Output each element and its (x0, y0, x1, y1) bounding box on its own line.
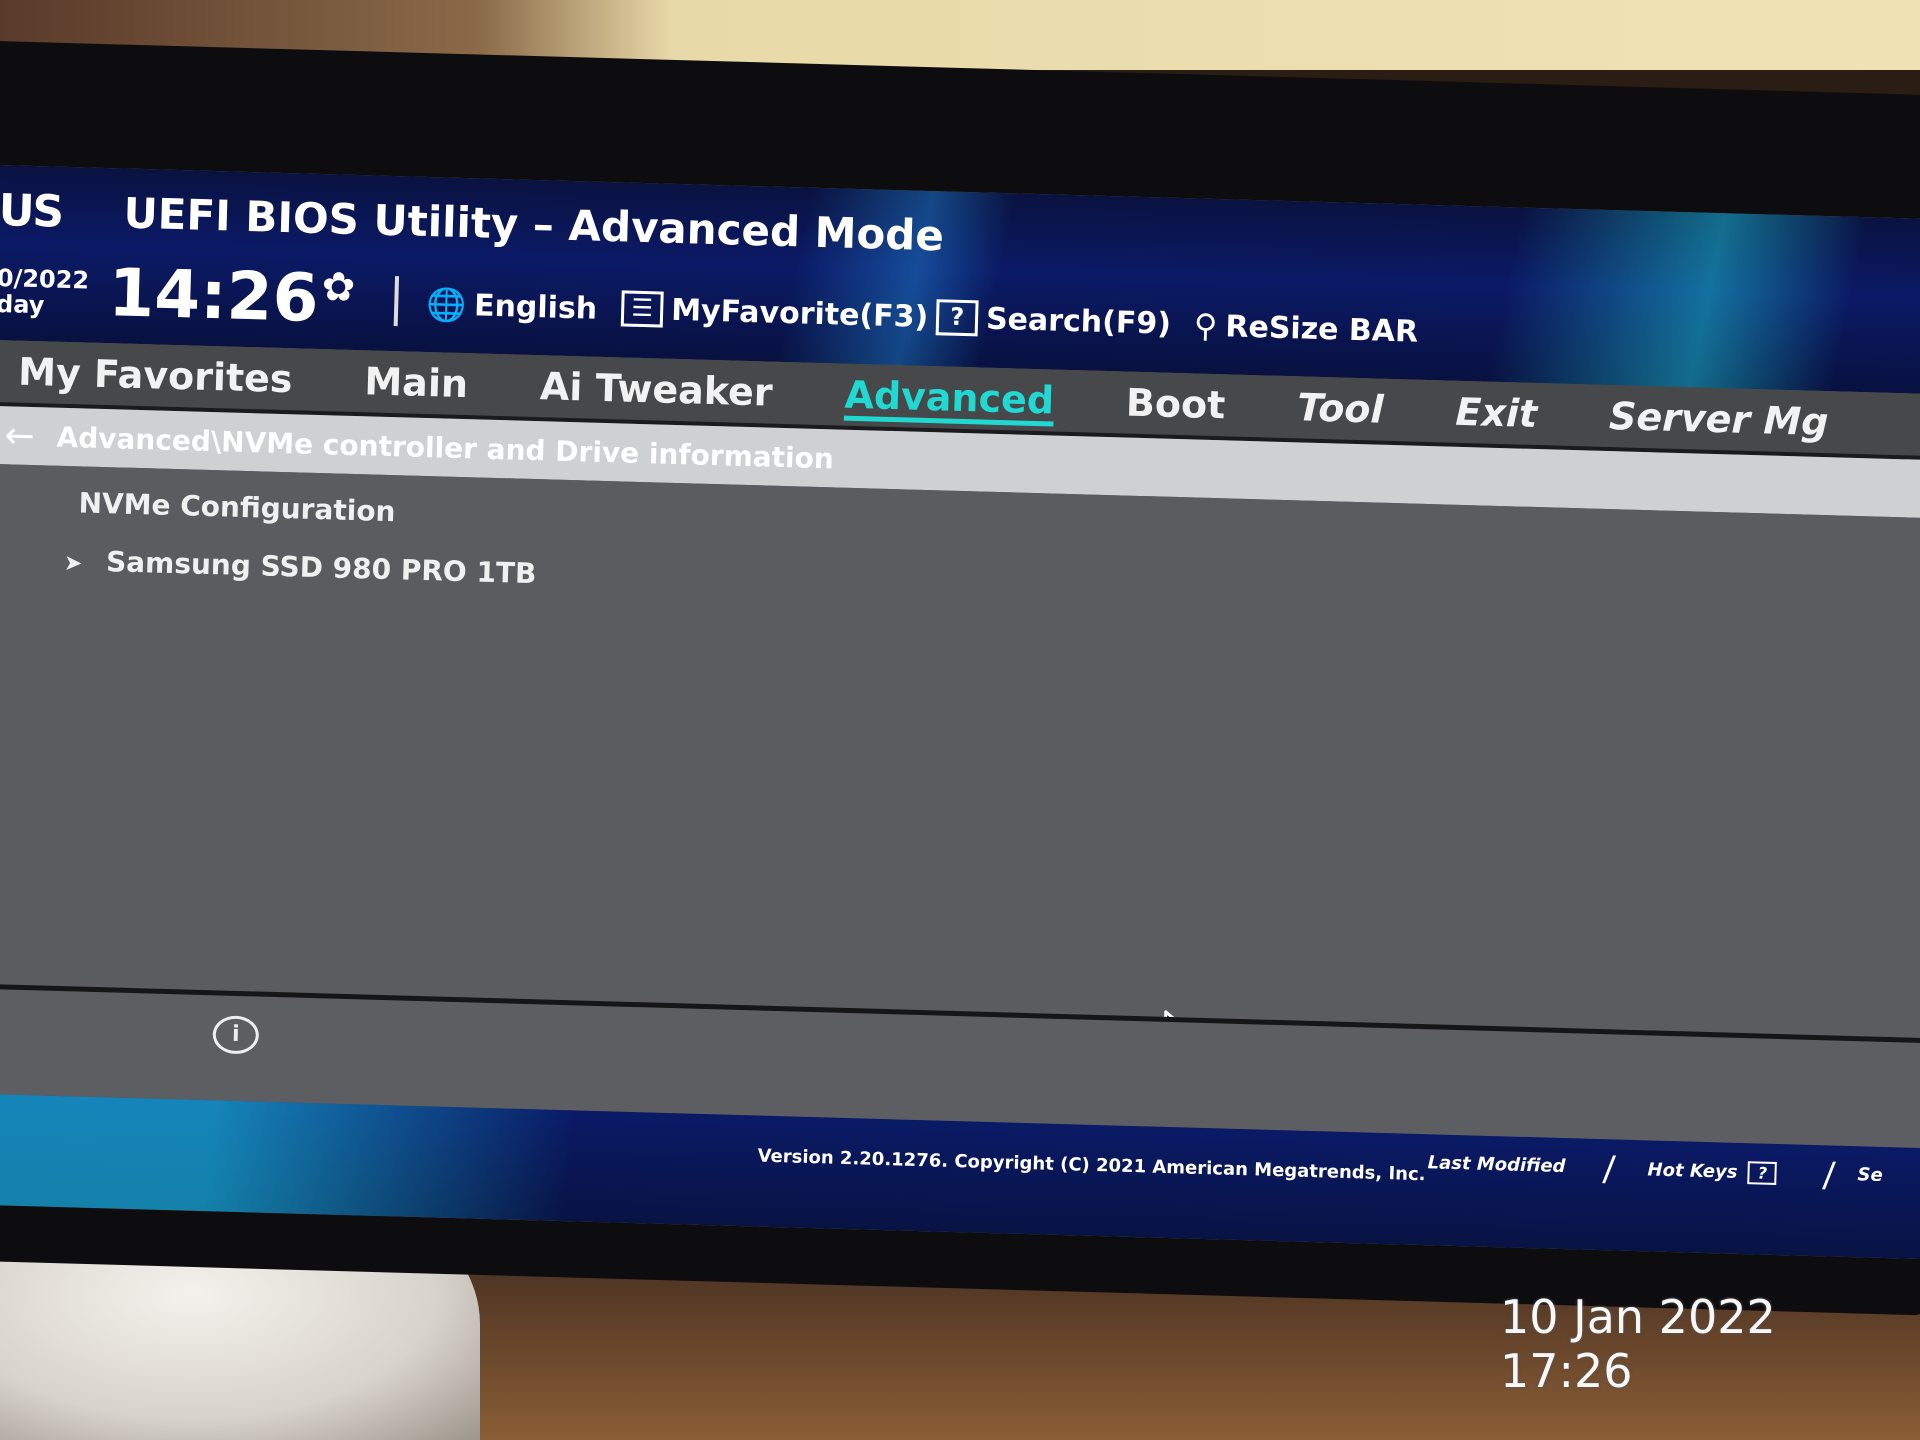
chevron-right-icon: ➤ (63, 550, 83, 577)
asus-logo: US (0, 184, 63, 238)
help-key-icon: ? (1747, 1161, 1778, 1186)
date-line: 0/2022 (0, 263, 90, 295)
last-modified-button[interactable]: Last Modified (1427, 1152, 1565, 1177)
info-icon: i (212, 1015, 260, 1055)
hot-keys-button[interactable]: Hot Keys ? (1647, 1158, 1778, 1186)
breadcrumb-path: Advanced\NVMe controller and Drive infor… (56, 420, 835, 475)
language-button[interactable]: 🌐 English (426, 285, 598, 328)
globe-icon: 🌐 (425, 284, 467, 325)
hot-keys-label: Hot Keys (1647, 1159, 1738, 1183)
myfavorite-label: MyFavorite(F3) (670, 292, 929, 335)
resize-bar-button[interactable]: ⚲ ReSize BAR (1193, 306, 1418, 350)
window-title: UEFI BIOS Utility – Advanced Mode (123, 188, 945, 261)
settings-panel: NVMe Configuration ➤ Samsung SSD 980 PRO… (0, 463, 1920, 1049)
header-divider (393, 276, 400, 327)
search-label: Search(F9) (985, 301, 1172, 342)
date-display: 0/2022 day (0, 263, 90, 320)
search-button[interactable]: ? Search(F9) (935, 299, 1172, 342)
tab-ai-tweaker[interactable]: Ai Tweaker (539, 364, 773, 414)
myfavorite-button[interactable]: ☰ MyFavorite(F3) (620, 290, 929, 335)
clock-display: 14:26 (107, 254, 320, 337)
gear-icon[interactable]: ✿ (321, 264, 356, 311)
tab-main[interactable]: Main (364, 359, 469, 406)
version-text: Version 2.20.1276. Copyright (C) 2021 Am… (757, 1145, 1426, 1186)
tab-boot[interactable]: Boot (1125, 381, 1226, 428)
resize-bar-icon: ⚲ (1193, 306, 1218, 346)
tab-server-mgmt[interactable]: Server Mg (1609, 394, 1830, 444)
tab-advanced[interactable]: Advanced (844, 373, 1055, 423)
back-arrow-icon[interactable]: ← (4, 415, 35, 457)
footer-divider (1602, 1155, 1617, 1184)
bios-screen: US UEFI BIOS Utility – Advanced Mode 0/2… (0, 165, 1920, 1261)
tab-my-favorites[interactable]: My Favorites (18, 350, 294, 402)
resize-bar-label: ReSize BAR (1224, 308, 1419, 350)
list-item-nvme-drive[interactable]: ➤ Samsung SSD 980 PRO 1TB (64, 544, 537, 590)
drive-name: Samsung SSD 980 PRO 1TB (105, 545, 537, 591)
favorites-icon: ☰ (620, 290, 664, 328)
section-label: NVMe Configuration (78, 486, 396, 529)
tab-tool[interactable]: Tool (1297, 385, 1384, 431)
weekday-line: day (0, 289, 45, 320)
language-label: English (473, 287, 598, 327)
footer-divider (1822, 1161, 1836, 1190)
help-icon: ? (935, 299, 979, 337)
tab-exit[interactable]: Exit (1455, 390, 1538, 436)
photo-timestamp: 10 Jan 2022 17:26 (1500, 1290, 1776, 1398)
search-on-faq-button[interactable]: Se (1857, 1164, 1883, 1186)
